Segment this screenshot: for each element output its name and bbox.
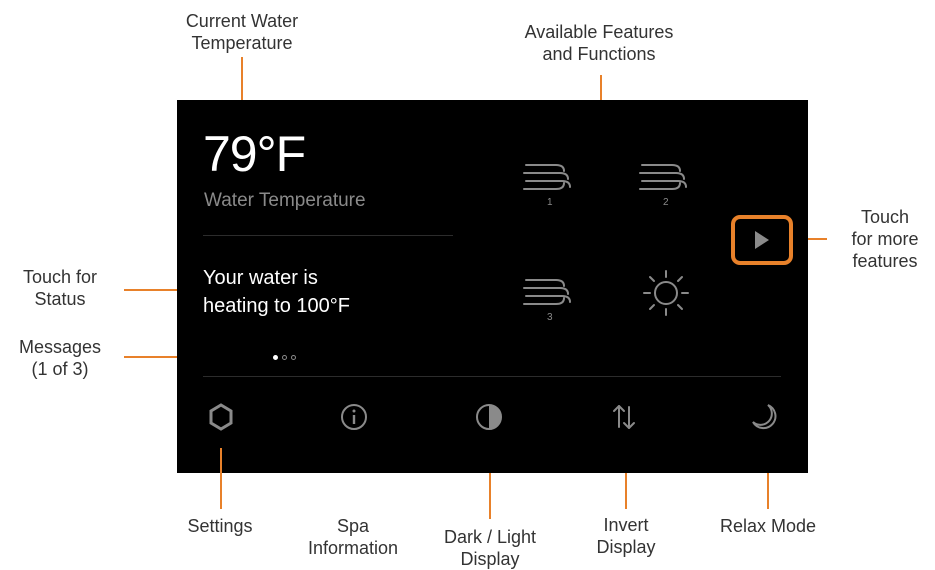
callout-text: Settings — [187, 516, 253, 536]
water-temperature-label: Water Temperature — [204, 190, 366, 211]
callout-touch-for-status: Touch for Status — [4, 266, 116, 310]
callout-spa-information: Spa Information — [293, 515, 413, 559]
callout-line — [220, 448, 222, 473]
pager-dot[interactable] — [291, 355, 296, 360]
message-pager[interactable] — [273, 355, 296, 360]
jet-1-button[interactable]: 1 — [520, 155, 580, 208]
jet-3-icon: 3 — [523, 279, 571, 323]
callout-text: Messages — [18, 337, 102, 357]
jet-number: 1 — [547, 197, 553, 207]
callout-text: features — [852, 251, 918, 271]
relax-mode-button[interactable] — [749, 402, 779, 432]
jet-1-icon: 1 — [523, 164, 571, 208]
callout-text: Relax Mode — [719, 516, 817, 536]
callout-text: Available Features — [524, 22, 674, 42]
invert-display-button[interactable] — [609, 402, 639, 432]
callout-messages: Messages (1 of 3) — [4, 336, 116, 380]
light-button[interactable] — [636, 265, 696, 317]
callout-invert-display: Invert Display — [566, 514, 686, 558]
callout-text: Dark / Light — [443, 527, 537, 547]
divider — [203, 376, 781, 377]
dark-light-display-button[interactable] — [474, 402, 504, 432]
callout-text: for more — [851, 229, 919, 249]
jet-number: 3 — [547, 312, 553, 322]
callout-current-water-temperature: Current Water Temperature — [147, 10, 337, 54]
status-message[interactable]: Your water is heating to 100°F — [203, 264, 350, 320]
info-icon — [341, 404, 367, 430]
spa-screen: 79°F Water Temperature Your water is hea… — [177, 100, 808, 473]
jet-3-button[interactable]: 3 — [520, 270, 580, 323]
callout-text: Spa — [336, 516, 370, 536]
callout-text: Display — [460, 549, 520, 569]
divider — [203, 235, 453, 236]
callout-text: Information — [307, 538, 399, 558]
settings-icon — [209, 403, 233, 431]
callout-text: Current Water — [185, 11, 299, 31]
callout-text: Touch — [860, 207, 910, 227]
callout-text: (1 of 3) — [31, 359, 89, 379]
pager-dot[interactable] — [273, 355, 278, 360]
more-features-button[interactable] — [731, 215, 793, 265]
callout-relax-mode: Relax Mode — [704, 515, 832, 537]
callout-text: Invert — [603, 515, 649, 535]
jet-number: 2 — [663, 197, 669, 207]
callout-text: Display — [596, 537, 656, 557]
pager-dot[interactable] — [282, 355, 287, 360]
spa-information-button[interactable] — [339, 402, 369, 432]
callout-text: Touch for — [22, 267, 98, 287]
callout-touch-more-features: Touch for more features — [832, 206, 935, 272]
settings-button[interactable] — [206, 402, 236, 432]
callout-settings: Settings — [160, 515, 280, 537]
callout-text: Temperature — [191, 33, 293, 53]
contrast-icon — [476, 404, 502, 430]
callout-text: Status — [34, 289, 86, 309]
status-line: Your water is — [203, 267, 318, 289]
moon-icon — [752, 404, 777, 430]
water-temperature-value[interactable]: 79°F — [203, 126, 306, 182]
callout-available-features: Available Features and Functions — [488, 21, 710, 65]
jet-2-icon: 2 — [639, 164, 687, 208]
callout-dark-light-display: Dark / Light Display — [421, 526, 559, 570]
jet-2-button[interactable]: 2 — [636, 155, 696, 208]
status-line: heating to 100°F — [203, 295, 350, 317]
light-icon — [643, 270, 689, 316]
invert-arrows-icon — [613, 405, 635, 429]
callout-text: and Functions — [542, 44, 656, 64]
play-arrow-icon — [755, 231, 769, 249]
